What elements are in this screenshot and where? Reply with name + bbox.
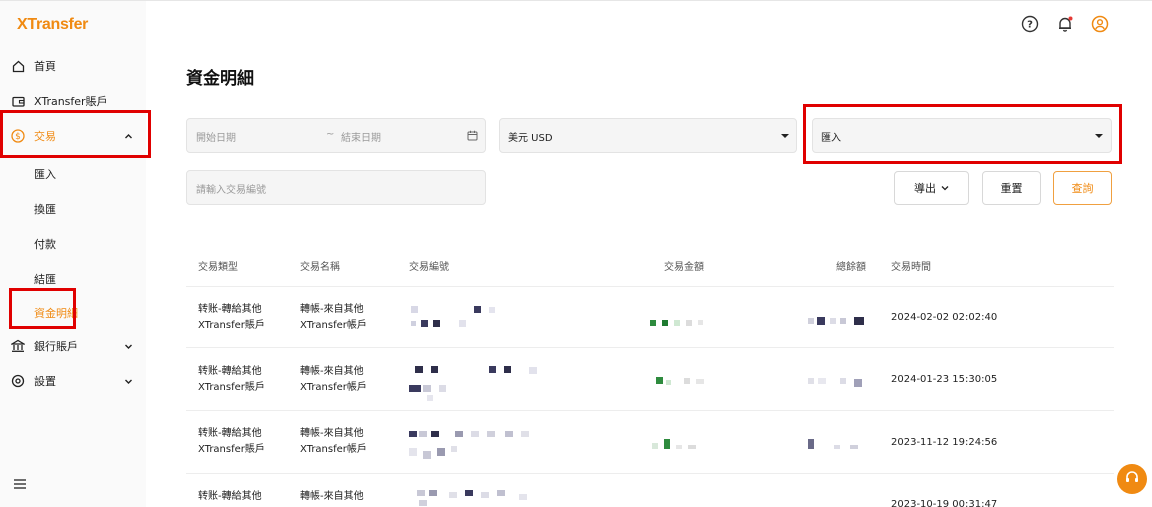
wallet-icon: [11, 94, 25, 108]
customer-support-button[interactable]: [1117, 464, 1147, 494]
redacted-amount: [648, 313, 704, 326]
sidebar-item-home[interactable]: 首頁: [0, 54, 146, 78]
export-button[interactable]: 導出: [894, 171, 969, 205]
sidebar-subitem-fund-details[interactable]: 資金明細: [34, 305, 78, 321]
calendar-icon[interactable]: [467, 130, 478, 144]
transaction-number-input[interactable]: 請輸入交易編號: [186, 170, 486, 205]
redacted-balance: [806, 312, 868, 325]
caret-down-icon: [781, 134, 789, 138]
redacted-transaction-number: [409, 488, 544, 507]
column-header-balance: 總餘額: [836, 262, 866, 273]
cell-name-line2: XTransfer帳戶: [300, 444, 367, 455]
svg-text:?: ?: [1027, 20, 1033, 31]
sidebar-item-label: 銀行賬戶: [34, 340, 78, 353]
transaction-number-placeholder: 請輸入交易編號: [196, 185, 266, 196]
currency-select[interactable]: 美元 USD: [499, 118, 797, 153]
sidebar: XTransfer 首頁 XTransfer賬戶 $ 交易 匯入 換匯 付款 結…: [0, 1, 146, 507]
settings-icon: [11, 374, 25, 388]
cell-name-line1: 轉帳-來自其他: [300, 491, 364, 502]
sidebar-subitem-exchange[interactable]: 換匯: [34, 201, 56, 217]
menu-toggle-icon[interactable]: [13, 476, 27, 490]
sidebar-item-label: 設置: [34, 375, 56, 388]
column-header-type: 交易類型: [198, 262, 238, 273]
help-icon[interactable]: ?: [1021, 15, 1039, 33]
query-button[interactable]: 查詢: [1053, 171, 1112, 205]
sidebar-item-settings[interactable]: 設置: [0, 369, 146, 393]
cell-name-line1: 轉帳-來自其他: [300, 428, 364, 439]
app-logo[interactable]: XTransfer: [17, 16, 88, 34]
cell-type-line2: XTransfer賬戶: [198, 444, 265, 455]
headset-icon: [1124, 469, 1140, 489]
cell-type-line1: 转账-轉給其他: [198, 366, 262, 377]
redacted-amount: [650, 372, 706, 385]
top-divider: [0, 0, 1152, 1]
sidebar-subitem-settlement[interactable]: 結匯: [34, 271, 56, 287]
cell-type-line1: 转账-轉給其他: [198, 491, 262, 502]
cell-type-line1: 转账-轉給其他: [198, 428, 262, 439]
cell-type-line2: XTransfer賬戶: [198, 320, 265, 331]
chevron-down-icon[interactable]: [123, 376, 133, 386]
cell-time: 2024-01-23 15:30:05: [891, 374, 998, 385]
cell-type-line1: 转账-轉給其他: [198, 304, 262, 315]
sidebar-subitem-inbound[interactable]: 匯入: [34, 166, 56, 182]
sidebar-item-label: 交易: [34, 130, 56, 143]
bank-icon: [11, 339, 25, 353]
page-title: 資金明細: [186, 69, 254, 89]
redacted-transaction-number: [409, 428, 544, 462]
date-range-picker[interactable]: 開始日期 ~ 結束日期: [186, 118, 486, 153]
cell-name-line2: XTransfer帳戶: [300, 382, 367, 393]
sidebar-item-label: 首頁: [34, 60, 56, 73]
reset-button[interactable]: 重置: [982, 171, 1041, 205]
redacted-balance: [800, 502, 876, 507]
sidebar-item-transactions[interactable]: $ 交易: [0, 124, 146, 148]
sidebar-subitem-payment[interactable]: 付款: [34, 236, 56, 252]
cell-time: 2023-10-19 00:31:47: [891, 499, 998, 507]
cell-name-line2: XTransfer帳戶: [300, 320, 367, 331]
sidebar-item-bank-account[interactable]: 銀行賬戶: [0, 334, 146, 358]
export-label: 導出: [914, 182, 936, 195]
date-separator: ~: [326, 129, 335, 140]
end-date-placeholder: 結束日期: [341, 133, 381, 144]
transaction-type-select[interactable]: 匯入: [812, 118, 1112, 153]
table-header-divider: [186, 286, 1114, 287]
column-header-time: 交易時間: [891, 262, 931, 273]
column-header-name: 交易名稱: [300, 262, 340, 273]
column-header-amount: 交易金額: [664, 262, 704, 273]
transaction-type-value: 匯入: [821, 133, 841, 144]
svg-text:$: $: [15, 132, 21, 142]
row-divider: [186, 473, 1114, 474]
redacted-amount: [650, 436, 706, 450]
row-divider: [186, 347, 1114, 348]
app-window: XTransfer 首頁 XTransfer賬戶 $ 交易 匯入 換匯 付款 結…: [0, 0, 1152, 507]
cell-time: 2023-11-12 19:24:56: [891, 437, 998, 448]
row-divider: [186, 410, 1114, 411]
chevron-up-icon[interactable]: [123, 131, 133, 141]
redacted-transaction-number: [409, 363, 544, 403]
home-icon: [11, 59, 25, 73]
bell-icon[interactable]: [1056, 15, 1074, 33]
start-date-placeholder: 開始日期: [196, 133, 236, 144]
redacted-balance: [806, 436, 868, 450]
redacted-balance: [806, 374, 868, 388]
sidebar-item-label: XTransfer賬戶: [34, 95, 108, 108]
dollar-circle-icon: $: [11, 129, 25, 143]
redacted-amount: [642, 502, 708, 507]
user-icon[interactable]: [1091, 15, 1109, 33]
redacted-transaction-number: [409, 303, 544, 333]
currency-value: 美元 USD: [508, 133, 553, 144]
column-header-number: 交易編號: [409, 262, 449, 273]
chevron-down-icon: [941, 184, 949, 192]
cell-time: 2024-02-02 02:02:40: [891, 312, 998, 323]
sidebar-item-xtransfer-account[interactable]: XTransfer賬戶: [0, 89, 146, 113]
caret-down-icon: [1095, 134, 1103, 138]
chevron-down-icon[interactable]: [123, 341, 133, 351]
cell-type-line2: XTransfer賬戶: [198, 382, 265, 393]
cell-name-line1: 轉帳-來自其他: [300, 304, 364, 315]
cell-name-line1: 轉帳-來自其他: [300, 366, 364, 377]
